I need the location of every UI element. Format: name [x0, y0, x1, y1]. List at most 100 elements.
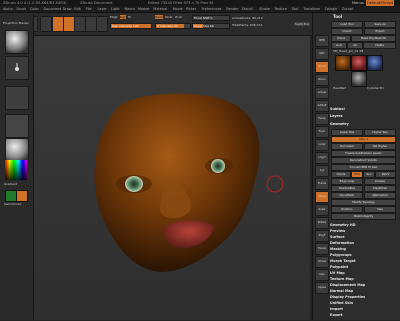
zadd-toggle[interactable]: Zadd [155, 15, 163, 19]
shelf-button-spix[interactable]: SPix [315, 48, 329, 60]
shelf-button-zoom[interactable]: Zoom [315, 74, 329, 86]
m-toggle[interactable]: M [128, 15, 131, 19]
size-button[interactable]: Size [364, 206, 396, 213]
shelf-button-aahalf[interactable]: AAHalf [315, 100, 329, 112]
modify-topology-button[interactable]: Modify Topology [331, 199, 396, 206]
del-higher-button[interactable]: Del Higher [364, 143, 396, 150]
cylinder-tool-thumb[interactable] [351, 55, 367, 71]
export-button[interactable]: Export [364, 28, 396, 35]
all-button[interactable]: All [347, 42, 363, 49]
position-button[interactable]: Position [331, 206, 363, 213]
zsub-toggle[interactable]: Zsub [165, 15, 172, 19]
mrgb-toggle[interactable]: Mrgb [110, 15, 118, 19]
dynamesh-button[interactable]: DynaMesh [331, 192, 363, 199]
edge-loop-button[interactable]: Edge Loop [331, 178, 363, 185]
menu-item-material[interactable]: Material [153, 6, 167, 12]
visible-button[interactable]: Visible [363, 42, 396, 49]
shelf-button-rotate[interactable]: Rotate [315, 217, 329, 229]
clone-button[interactable]: Clone [331, 35, 351, 42]
reconstruct-subdiv-button[interactable]: Reconstruct Subdiv [331, 157, 396, 164]
menu-item-zscript[interactable]: Zscript [342, 6, 354, 12]
menu-item-texture[interactable]: Texture [275, 6, 287, 12]
menu-item-file[interactable]: File [86, 6, 92, 12]
rotate-button[interactable] [96, 16, 108, 32]
alpha-swatch[interactable] [5, 86, 29, 110]
claypolish-button[interactable]: ClayPolish [364, 185, 396, 192]
menu-item-draw[interactable]: Draw [63, 6, 72, 12]
material-sphere-icon[interactable] [5, 138, 29, 162]
qremesher-button[interactable]: qRemesher [364, 192, 396, 199]
z-intensity-slider[interactable]: Z Intensity 84 [155, 23, 191, 29]
zcut-toggle[interactable]: Zcut [175, 15, 182, 19]
menu-item-document[interactable]: Document [44, 6, 62, 12]
menu-item-picker[interactable]: Picker [186, 6, 196, 12]
quick-sketch-button[interactable] [40, 16, 52, 32]
menu-item-zplugin[interactable]: Zplugin [325, 6, 338, 12]
head-tool-thumb[interactable] [335, 55, 351, 71]
menu-item-stencil[interactable]: Stencil [242, 6, 253, 12]
menu-item-render[interactable]: Render [226, 6, 238, 12]
shelf-button-xpose[interactable]: Xpose [315, 282, 329, 294]
higher-res-button[interactable]: Higher Res [364, 129, 396, 136]
stroke-icon[interactable] [5, 56, 29, 80]
shelf-button-floor[interactable]: Floor [315, 126, 329, 138]
polymesh-tool-thumb[interactable] [351, 71, 367, 87]
layers-section[interactable]: Layers [330, 113, 398, 119]
menu-item-movie[interactable]: Movie [173, 6, 183, 12]
menu-item-layer[interactable]: Layer [98, 6, 107, 12]
goz-button[interactable]: GoZ [331, 42, 347, 49]
shelf-button-frame[interactable]: Frame [315, 178, 329, 190]
smt-toggle[interactable]: Smt [351, 171, 363, 178]
shelf-button-xyz[interactable]: Xyz [315, 165, 329, 177]
zsphere-tool-thumb[interactable] [367, 55, 383, 71]
menu-item-color[interactable]: Color [30, 6, 39, 12]
menu-item-preferences[interactable]: Preferences [202, 6, 222, 12]
menu-item-brush[interactable]: Brush [17, 6, 27, 12]
shelf-button-transp[interactable]: Transp [315, 243, 329, 255]
section-export[interactable]: Export [330, 312, 398, 318]
load-tool-button[interactable]: Load Tool [331, 21, 363, 28]
focal-shift-slider[interactable]: Focal Shift 0 [192, 15, 230, 21]
subtool-section[interactable]: Subtool [330, 106, 398, 112]
shelf-button-ghost[interactable]: Ghost [315, 256, 329, 268]
sdiv-slider[interactable]: SDiv 4 [331, 136, 396, 143]
brush-sphere-icon[interactable] [5, 30, 29, 54]
shelf-button-move[interactable]: Move [315, 191, 329, 203]
shelf-button-local[interactable]: Local [315, 139, 329, 151]
viewport-canvas[interactable] [34, 36, 310, 320]
shelf-button-scroll[interactable]: Scroll [315, 61, 329, 73]
mesh-integrity-button[interactable]: MeshIntegrity [331, 213, 396, 220]
freeze-subdivision-button[interactable]: Freeze SubDivision Levels [331, 150, 396, 157]
menu-item-tool[interactable]: Tool [292, 6, 299, 12]
shelf-button-actual[interactable]: Actual [315, 87, 329, 99]
sight-box-button[interactable]: Sight Box [294, 22, 311, 26]
save-as-button[interactable]: Save As [364, 21, 396, 28]
shelf-button-solo[interactable]: Solo [315, 269, 329, 281]
shelf-button-scale[interactable]: Scale [315, 204, 329, 216]
rgb-toggle[interactable]: Rgb [120, 15, 126, 19]
shelf-button-l-sym[interactable]: L.Sym [315, 152, 329, 164]
convert-bpr-button[interactable]: Convert BPR To Geo [331, 164, 396, 171]
lower-res-button[interactable]: Lower Res [331, 129, 363, 136]
import-button[interactable]: Import [331, 28, 363, 35]
del-lower-button[interactable]: Del Lower [331, 143, 363, 150]
make-polymesh-button[interactable]: Make PolyMesh3D [351, 35, 396, 42]
draw-size-slider[interactable]: Draw Size 64 [192, 23, 230, 29]
menu-item-light[interactable]: Light [111, 6, 119, 12]
divide-button[interactable]: Divide [331, 171, 351, 178]
secondary-color-swatch[interactable] [16, 190, 28, 202]
rgb-intensity-slider[interactable]: Rgb Intensity 100 [110, 23, 152, 29]
menu-item-stroke[interactable]: Stroke [259, 6, 270, 12]
reuv-button[interactable]: ReUV [375, 171, 396, 178]
geometry-section[interactable]: Geometry [330, 121, 398, 127]
menu-item-alpha[interactable]: Alpha [3, 6, 13, 12]
shelf-button-polyf[interactable]: PolyF [315, 230, 329, 242]
menu-item-marker[interactable]: Marker [138, 6, 150, 12]
shadowbox-button[interactable]: ShadowBox [331, 185, 363, 192]
suv-toggle[interactable]: Suv [363, 171, 375, 178]
menu-item-transform[interactable]: Transform [303, 6, 320, 12]
color-picker[interactable] [5, 160, 27, 180]
menu-item-edit[interactable]: Edit [74, 6, 81, 12]
shelf-button-persp[interactable]: Persp [315, 113, 329, 125]
texture-swatch[interactable] [5, 114, 29, 138]
